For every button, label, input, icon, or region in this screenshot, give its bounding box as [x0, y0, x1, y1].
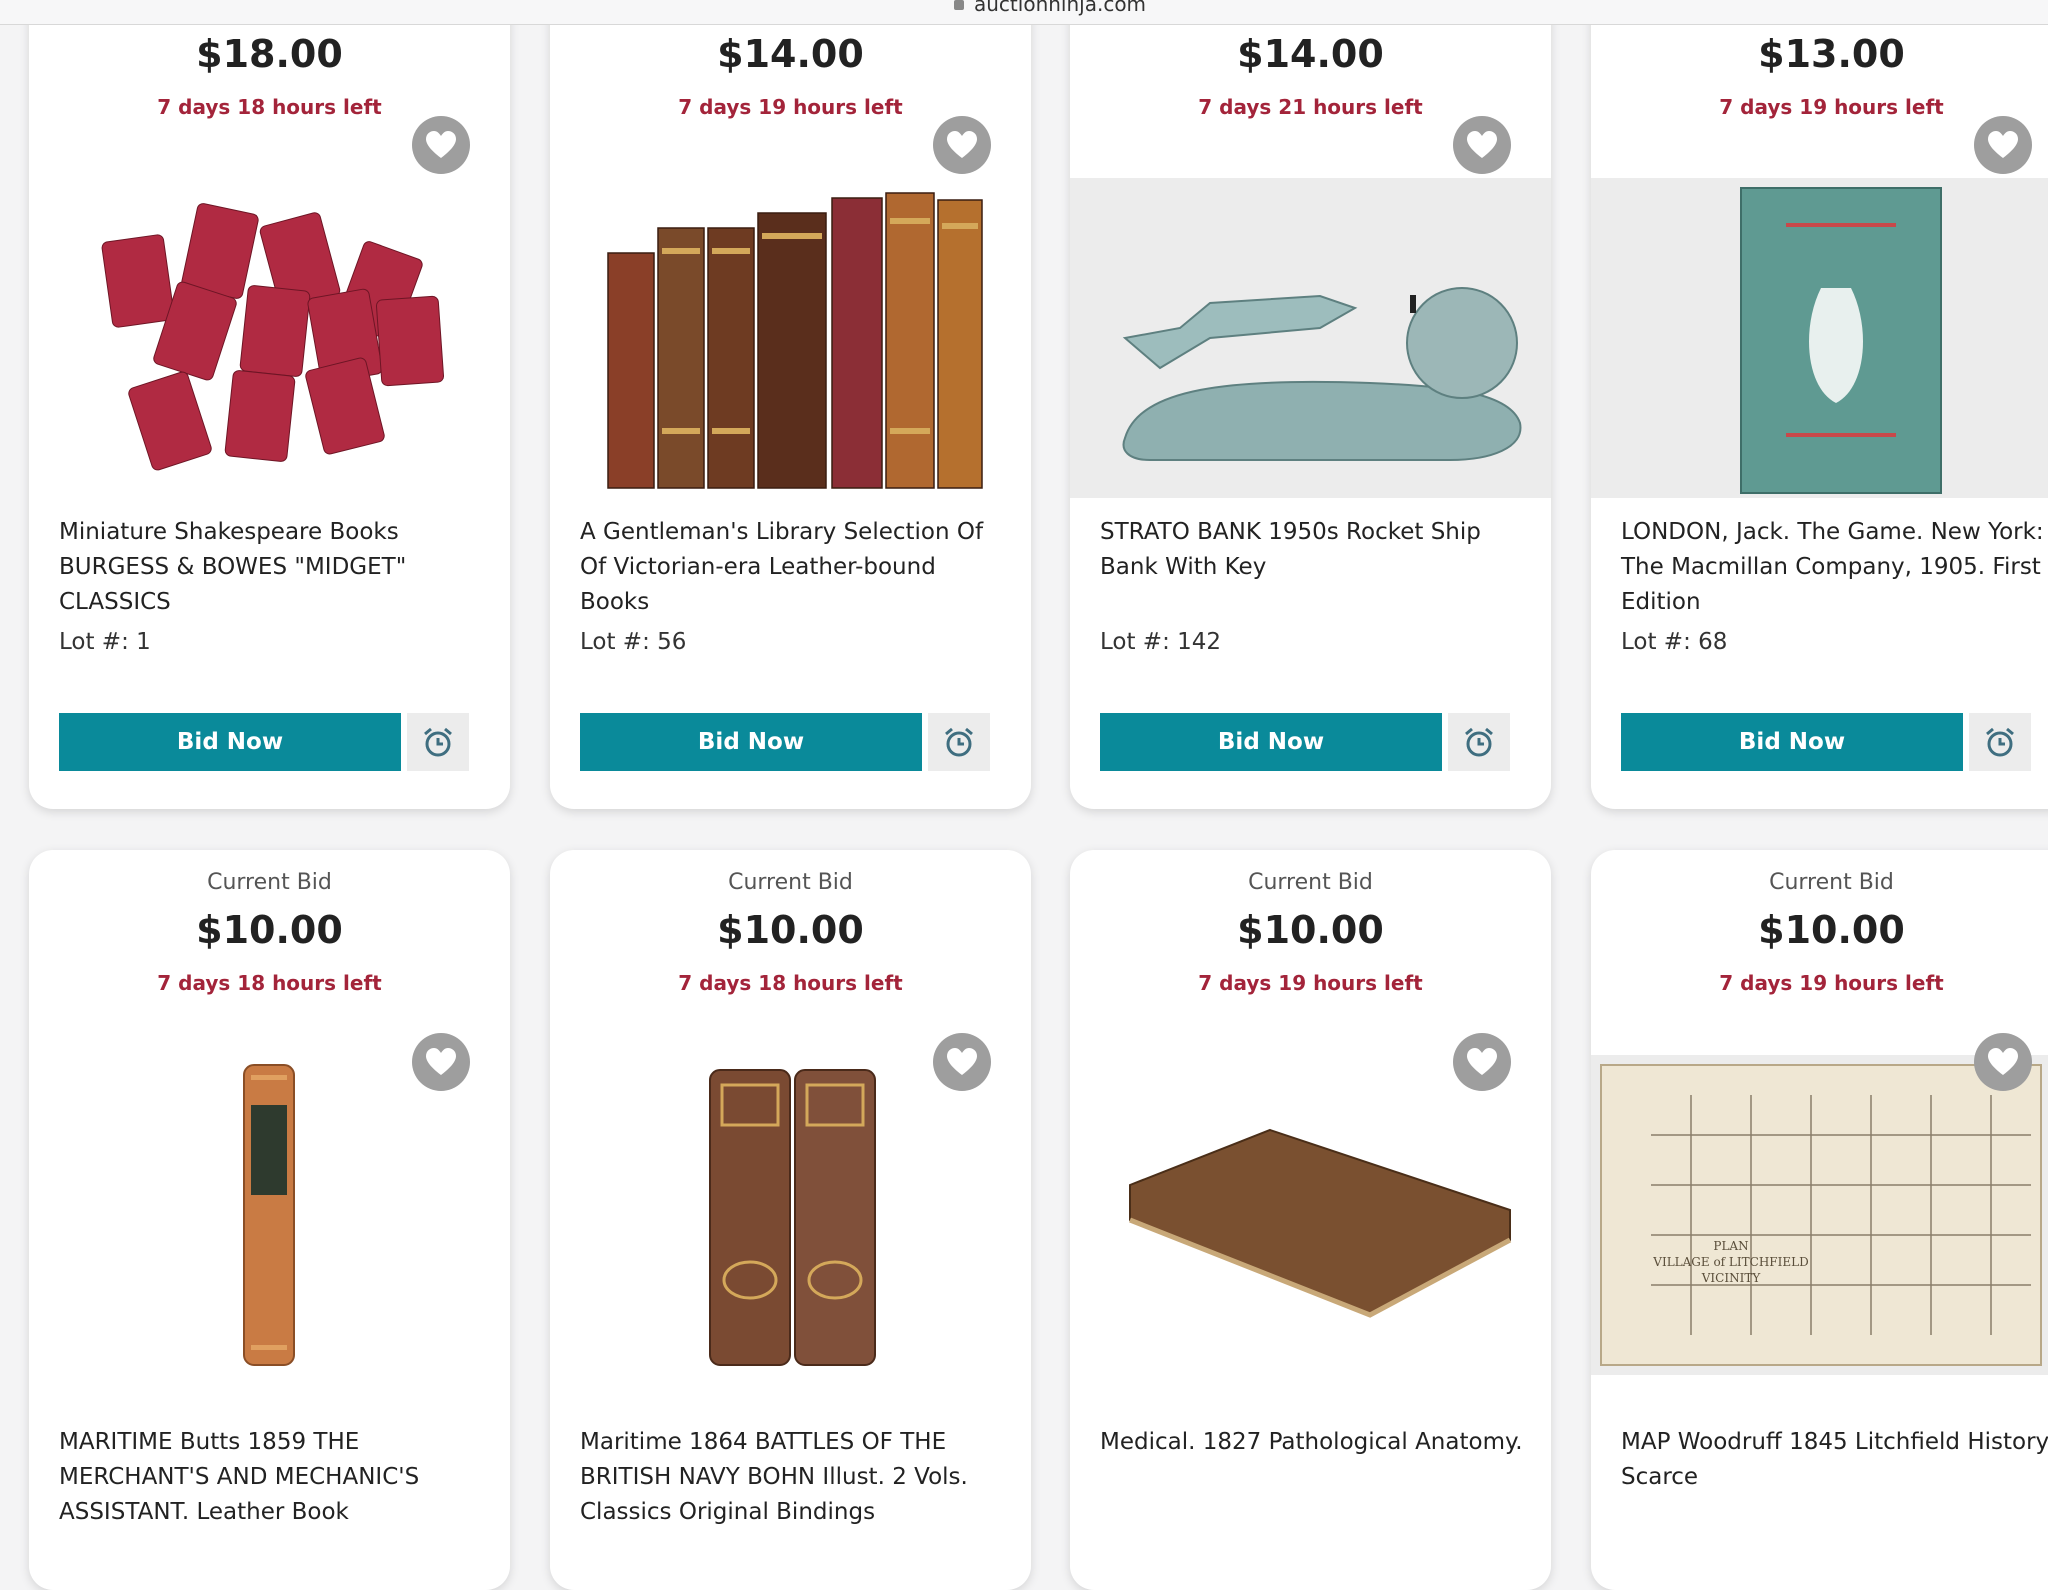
lot-image[interactable] [1591, 178, 2048, 498]
lot-title[interactable]: STRATO BANK 1950s Rocket Ship Bank With … [1100, 515, 1530, 585]
bid-now-button[interactable]: Bid Now [1100, 713, 1442, 771]
time-left: 7 days 18 hours left [157, 971, 382, 995]
alarm-clock-icon [424, 727, 452, 757]
time-left: 7 days 18 hours left [678, 971, 903, 995]
auction-card[interactable]: Current Bid $10.00 7 days 18 hours left … [29, 850, 510, 1590]
time-left: 7 days 19 hours left [1719, 971, 1944, 995]
favorite-heart-icon[interactable] [1453, 1033, 1511, 1091]
current-bid-label: Current Bid [1248, 870, 1373, 895]
alarm-clock-icon [1986, 727, 2014, 757]
bid-now-button[interactable]: Bid Now [59, 713, 401, 771]
lot-image[interactable] [1070, 1055, 1551, 1375]
lot-image[interactable] [1070, 178, 1551, 498]
auction-card[interactable]: $14.00 7 days 19 hours left A Gentleman'… [550, 0, 1031, 809]
lot-title[interactable]: Medical. 1827 Pathological Anatomy. [1100, 1425, 1530, 1460]
lot-title[interactable]: LONDON, Jack. The Game. New York: The Ma… [1621, 515, 2048, 620]
map-caption-vicinity: VICINITY [1701, 1271, 1762, 1285]
map-caption-plan: PLAN [1713, 1239, 1748, 1253]
lot-title[interactable]: Maritime 1864 BATTLES OF THE BRITISH NAV… [580, 1425, 1010, 1530]
current-bid-label: Current Bid [207, 870, 332, 895]
current-price: $18.00 [196, 32, 343, 76]
favorite-heart-icon[interactable] [412, 1033, 470, 1091]
bid-now-button[interactable]: Bid Now [580, 713, 922, 771]
lot-image[interactable] [29, 1055, 510, 1375]
lot-title[interactable]: MAP Woodruff 1845 Litchfield History Sca… [1621, 1425, 2048, 1495]
lot-number: Lot #: 56 [580, 629, 687, 655]
current-price: $10.00 [1758, 908, 1905, 952]
lot-image[interactable] [550, 178, 1031, 498]
lot-number: Lot #: 142 [1100, 629, 1222, 655]
lot-number: Lot #: 1 [59, 629, 151, 655]
favorite-heart-icon[interactable] [412, 116, 470, 174]
reminder-button[interactable] [928, 713, 990, 771]
reminder-button[interactable] [1448, 713, 1510, 771]
lot-title[interactable]: MARITIME Butts 1859 THE MERCHANT'S AND M… [59, 1425, 489, 1530]
reminder-button[interactable] [1969, 713, 2031, 771]
lot-title[interactable]: A Gentleman's Library Selection Of Of Vi… [580, 515, 1010, 620]
favorite-heart-icon[interactable] [933, 116, 991, 174]
current-price: $10.00 [196, 908, 343, 952]
auction-card[interactable]: $13.00 7 days 19 hours left LONDON, Jack… [1591, 0, 2048, 809]
favorite-heart-icon[interactable] [1974, 1033, 2032, 1091]
current-bid-label: Current Bid [1769, 870, 1894, 895]
lock-icon [954, 0, 964, 10]
auction-card[interactable]: Current Bid $10.00 7 days 19 hours left … [1591, 850, 2048, 1590]
time-left: 7 days 19 hours left [1198, 971, 1423, 995]
current-price: $10.00 [717, 908, 864, 952]
alarm-clock-icon [945, 727, 973, 757]
bid-now-button[interactable]: Bid Now [1621, 713, 1963, 771]
favorite-heart-icon[interactable] [933, 1033, 991, 1091]
time-left: 7 days 19 hours left [1719, 95, 1944, 119]
lot-image[interactable]: PLAN VILLAGE of LITCHFIELD VICINITY [1591, 1055, 2048, 1375]
favorite-heart-icon[interactable] [1453, 116, 1511, 174]
alarm-clock-icon [1465, 727, 1493, 757]
map-caption-village: VILLAGE of LITCHFIELD [1652, 1255, 1808, 1269]
lot-number: Lot #: 68 [1621, 629, 1728, 655]
url-text: auctionninja.com [974, 0, 1147, 16]
lot-image[interactable] [29, 178, 510, 498]
auction-card[interactable]: Current Bid $10.00 7 days 18 hours left … [550, 850, 1031, 1590]
current-price: $13.00 [1758, 32, 1905, 76]
current-price: $14.00 [1237, 32, 1384, 76]
favorite-heart-icon[interactable] [1974, 116, 2032, 174]
auction-card[interactable]: Current Bid $10.00 7 days 19 hours left … [1070, 850, 1551, 1590]
current-price: $10.00 [1237, 908, 1384, 952]
auction-card[interactable]: $18.00 7 days 18 hours left Miniature Sh… [29, 0, 510, 809]
browser-address-bar[interactable]: auctionninja.com [0, 0, 2048, 25]
current-price: $14.00 [717, 32, 864, 76]
lot-title[interactable]: Miniature Shakespeare Books BURGESS & BO… [59, 515, 489, 620]
lot-image[interactable] [550, 1055, 1031, 1375]
current-bid-label: Current Bid [728, 870, 853, 895]
auction-card[interactable]: $14.00 7 days 21 hours left STRATO BANK … [1070, 0, 1551, 809]
reminder-button[interactable] [407, 713, 469, 771]
